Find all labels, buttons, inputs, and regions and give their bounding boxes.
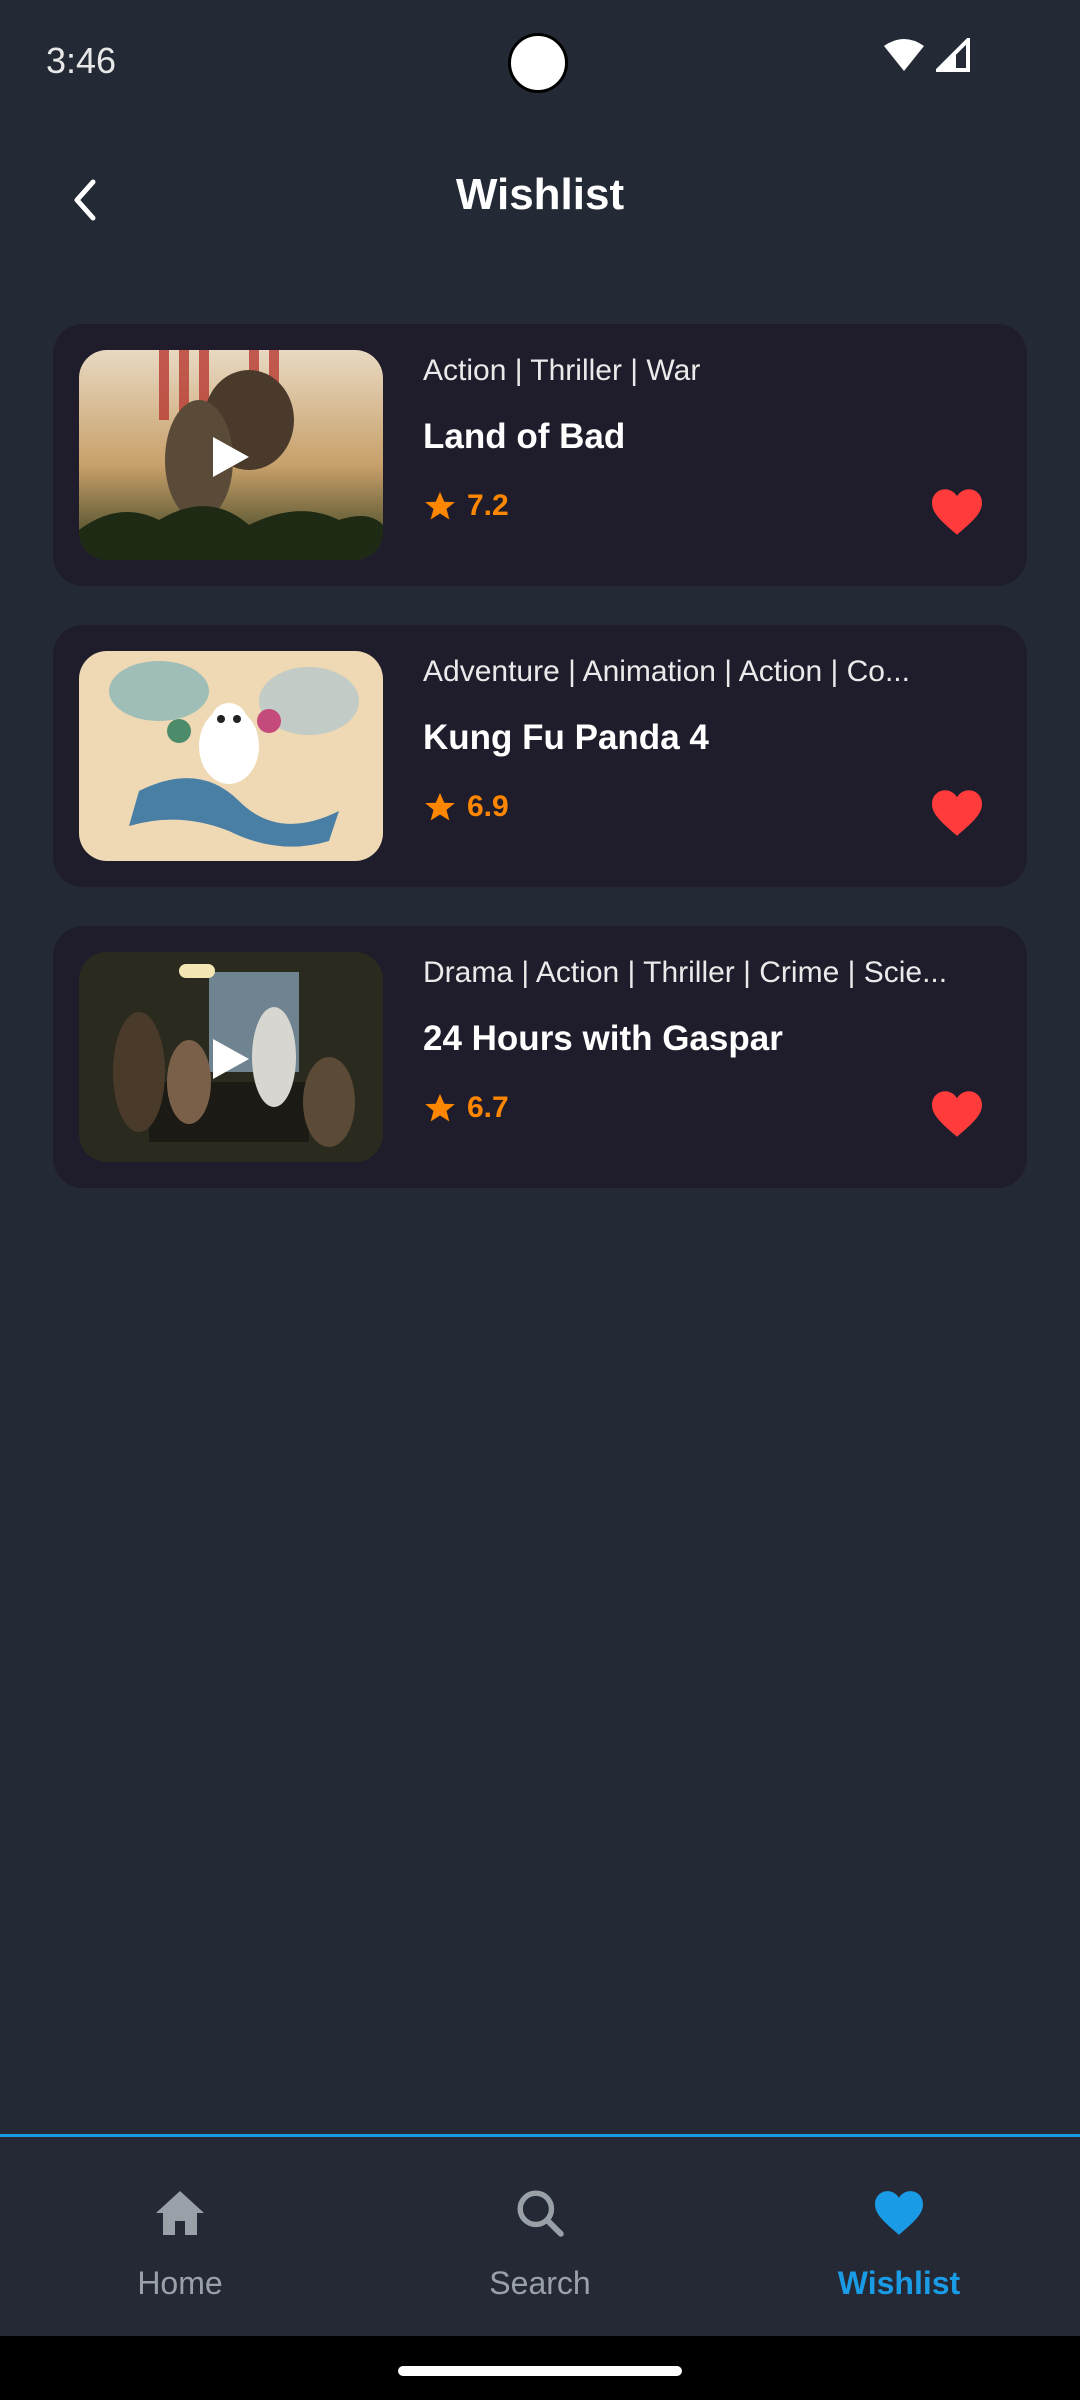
remove-from-wishlist-button[interactable] <box>929 788 985 838</box>
search-icon <box>517 2190 564 2237</box>
movie-genres: Action | Thriller | War <box>423 354 701 387</box>
heart-icon <box>932 489 982 535</box>
bottom-navigation: Home Search Wishlist <box>0 2134 1080 2336</box>
star-icon <box>425 491 455 520</box>
movie-rating: 6.7 <box>423 1091 509 1125</box>
nav-item-wishlist[interactable]: Wishlist <box>799 2185 999 2302</box>
gesture-area <box>0 2336 1080 2400</box>
heart-icon <box>932 1091 982 1137</box>
status-icons <box>884 38 970 72</box>
rating-value: 6.7 <box>467 1091 509 1124</box>
play-icon <box>213 437 249 477</box>
status-bar: 3:46 <box>0 0 1080 120</box>
rating-value: 6.9 <box>467 790 509 823</box>
play-icon <box>213 738 249 778</box>
rating-value: 7.2 <box>467 489 509 522</box>
header: Wishlist <box>0 160 1080 240</box>
movie-thumbnail[interactable] <box>79 651 383 861</box>
home-gesture-bar[interactable] <box>398 2366 682 2376</box>
movie-genres: Drama | Action | Thriller | Crime | Scie… <box>423 956 948 989</box>
nav-item-home[interactable]: Home <box>80 2185 280 2302</box>
wifi-icon <box>884 39 924 71</box>
status-time: 3:46 <box>46 40 117 81</box>
list-item[interactable]: Adventure | Animation | Action | Co... K… <box>53 625 1027 887</box>
movie-genres: Adventure | Animation | Action | Co... <box>423 655 910 688</box>
nav-label: Wishlist <box>837 2265 961 2301</box>
movie-thumbnail[interactable] <box>79 952 383 1162</box>
page-title: Wishlist <box>455 170 625 219</box>
remove-from-wishlist-button[interactable] <box>929 487 985 537</box>
play-icon <box>213 1039 249 1079</box>
wishlist-list: Action | Thriller | War Land of Bad 7.2 <box>53 324 1027 1227</box>
camera-cutout <box>508 33 568 93</box>
star-icon <box>425 792 455 821</box>
movie-title: Kung Fu Panda 4 <box>423 718 709 757</box>
movie-title: 24 Hours with Gaspar <box>423 1019 783 1058</box>
signal-icon <box>936 38 970 72</box>
heart-icon <box>932 790 982 836</box>
movie-rating: 7.2 <box>423 489 509 523</box>
nav-item-search[interactable]: Search <box>440 2185 640 2302</box>
list-item[interactable]: Drama | Action | Thriller | Crime | Scie… <box>53 926 1027 1188</box>
list-item[interactable]: Action | Thriller | War Land of Bad 7.2 <box>53 324 1027 586</box>
nav-label: Home <box>137 2265 223 2301</box>
movie-rating: 6.9 <box>423 790 509 824</box>
star-icon <box>425 1093 455 1122</box>
movie-thumbnail[interactable] <box>79 350 383 560</box>
remove-from-wishlist-button[interactable] <box>929 1089 985 1139</box>
heart-icon <box>875 2191 923 2235</box>
home-icon <box>156 2191 204 2235</box>
nav-label: Search <box>489 2265 591 2301</box>
movie-title: Land of Bad <box>423 417 626 456</box>
